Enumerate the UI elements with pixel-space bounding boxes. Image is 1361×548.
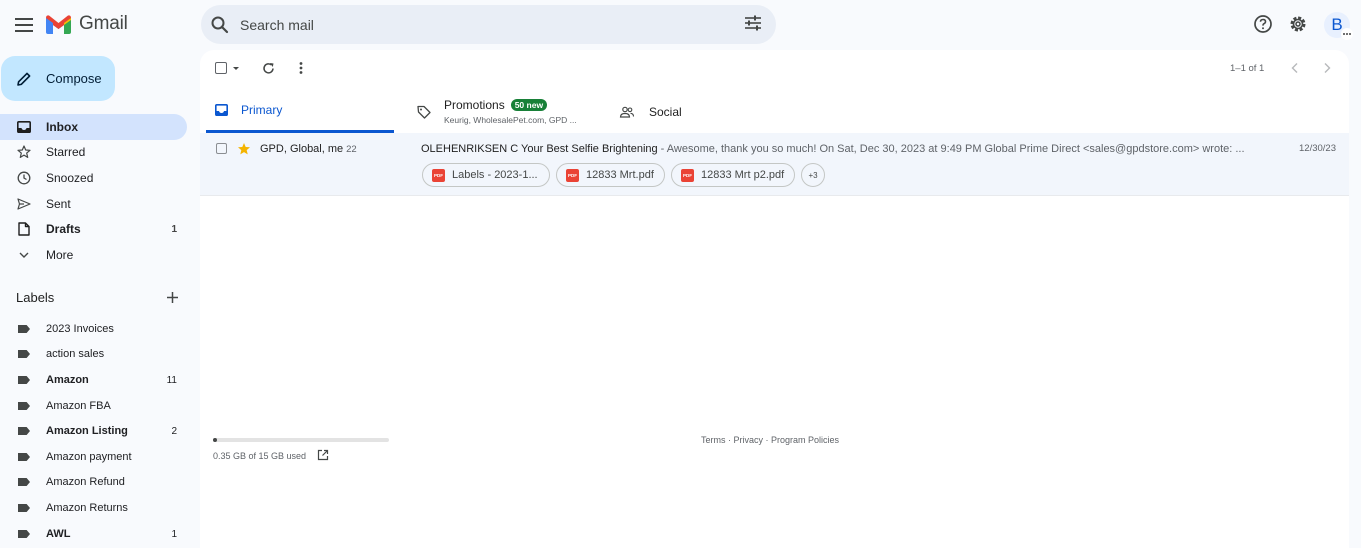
clock-icon (17, 171, 31, 185)
email-date: 12/30/23 (1299, 143, 1336, 154)
label-item[interactable]: Amazon Refund (0, 470, 187, 494)
label-item[interactable]: Amazon FBA (0, 394, 187, 418)
pdf-file-icon: PDF (566, 168, 579, 182)
sidebar-item-inbox[interactable]: Inbox (0, 114, 187, 140)
draft-icon (18, 222, 30, 236)
search-icon[interactable] (210, 15, 230, 35)
promotions-senders: Keurig, WholesalePet.com, GPD ... (444, 115, 577, 125)
more-options-icon[interactable] (296, 61, 306, 75)
gmail-m-icon (46, 14, 71, 34)
attachment-chip[interactable]: PDF Labels - 2023-1... (422, 163, 550, 187)
footer-links[interactable]: Terms · Privacy · Program Policies (701, 435, 839, 445)
label-tag-icon (18, 350, 30, 358)
external-link-icon[interactable] (317, 449, 329, 461)
tab-promotions[interactable]: Promotions 50 new Keurig, WholesalePet.c… (411, 90, 601, 133)
label-item[interactable]: Amazon Returns (0, 496, 187, 520)
new-count-badge: 50 new (510, 99, 548, 111)
storage-usage-fill (213, 438, 218, 442)
label-tag-icon (18, 453, 30, 461)
label-tag-icon (18, 478, 30, 486)
gmail-logo[interactable]: Gmail (46, 13, 128, 35)
compose-label: Compose (46, 71, 102, 86)
inbox-icon (215, 104, 228, 116)
email-subject-line: OLEHENRIKSEN C Your Best Selfie Brighten… (421, 143, 1261, 155)
email-snippet: - Awesome, thank you so much! On Sat, De… (657, 143, 1245, 155)
email-sender: GPD, Global, me 22 (260, 143, 357, 155)
label-tag-icon (18, 325, 30, 333)
hamburger-icon (15, 18, 33, 32)
attachment-chip[interactable]: PDF 12833 Mrt p2.pdf (671, 163, 795, 187)
inbox-icon (17, 121, 31, 133)
email-select-checkbox[interactable] (216, 143, 227, 154)
sidebar-item-drafts[interactable]: Drafts 1 (0, 216, 187, 242)
label-tag-icon (18, 402, 30, 410)
label-item[interactable]: 2023 Invoices (0, 317, 187, 341)
pdf-file-icon: PDF (681, 168, 694, 182)
refresh-icon[interactable] (262, 62, 275, 75)
search-input[interactable] (240, 16, 720, 33)
label-item[interactable]: action sales (0, 342, 187, 366)
email-subject: OLEHENRIKSEN C Your Best Selfie Brighten… (421, 143, 658, 155)
pagination-text: 1–1 of 1 (1230, 63, 1265, 74)
storage-usage-text: 0.35 GB of 15 GB used (213, 451, 307, 461)
select-all-checkbox[interactable] (215, 62, 227, 74)
label-item[interactable]: Amazon payment (0, 445, 187, 469)
tab-primary[interactable]: Primary (206, 90, 394, 133)
label-tag-icon (18, 427, 30, 435)
account-avatar[interactable]: B (1324, 12, 1353, 40)
thread-count: 22 (346, 144, 357, 155)
pdf-file-icon: PDF (432, 168, 445, 182)
label-tag-icon (18, 376, 30, 384)
tab-social[interactable]: Social (611, 90, 791, 133)
people-icon (619, 106, 635, 118)
sidebar-item-snoozed[interactable]: Snoozed (0, 165, 187, 191)
attachment-chip[interactable]: PDF 12833 Mrt.pdf (556, 163, 665, 187)
labels-heading: Labels (16, 290, 55, 305)
settings-gear-icon[interactable] (1288, 14, 1308, 34)
sidebar-item-more[interactable]: More (0, 242, 187, 268)
help-icon[interactable] (1253, 14, 1273, 34)
sidebar-item-sent[interactable]: Sent (0, 191, 187, 217)
account-badge-icon (1341, 28, 1353, 40)
star-icon[interactable] (237, 142, 251, 156)
older-page-icon[interactable] (1322, 62, 1332, 74)
add-label-icon[interactable] (166, 291, 179, 304)
label-tag-icon (18, 530, 30, 538)
sidebar-item-starred[interactable]: Starred (0, 139, 187, 165)
label-item[interactable]: Amazon 11 (0, 368, 187, 392)
label-tag-icon (18, 504, 30, 512)
tag-icon (417, 105, 431, 119)
more-attachments-chip[interactable]: +3 (801, 163, 825, 187)
send-icon (17, 198, 31, 210)
pencil-icon (17, 72, 31, 86)
main-menu-button[interactable] (11, 12, 37, 38)
search-bar[interactable] (201, 5, 776, 44)
select-options-caret-icon[interactable] (232, 66, 240, 71)
search-options-icon[interactable] (744, 15, 762, 31)
chevron-down-icon (19, 252, 29, 258)
label-item[interactable]: AWL 1 (0, 522, 187, 546)
newer-page-icon[interactable] (1290, 62, 1300, 74)
label-item[interactable]: Amazon Listing 2 (0, 419, 187, 443)
storage-usage-bar (213, 438, 389, 442)
compose-button[interactable]: Compose (1, 56, 115, 101)
app-name: Gmail (79, 13, 128, 34)
star-icon (17, 145, 31, 158)
